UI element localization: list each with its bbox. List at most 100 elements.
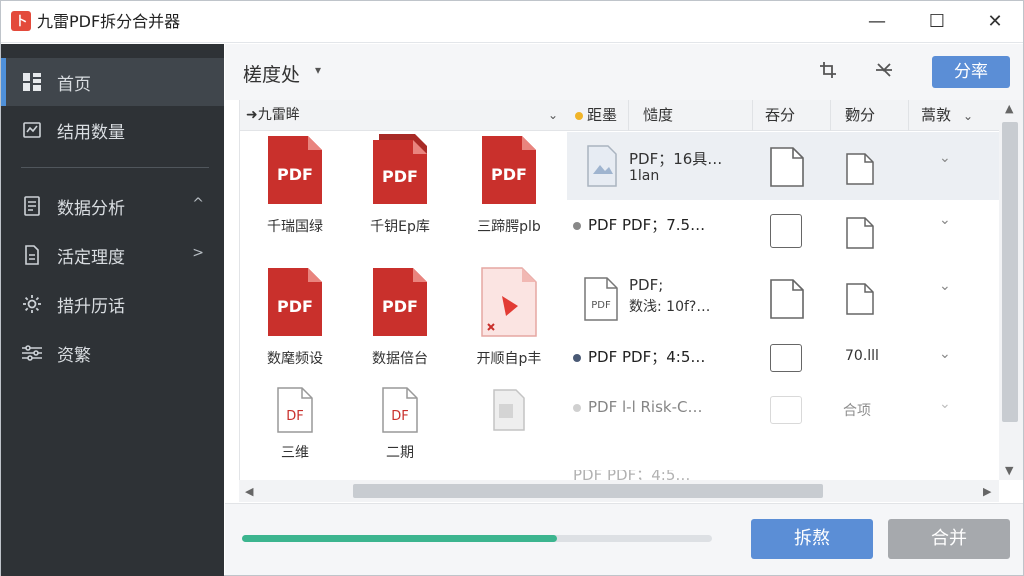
svg-text:DF: DF — [391, 409, 409, 424]
folder-header[interactable]: ➜九雷眸 ⌄ — [240, 100, 568, 131]
chevron-down-icon[interactable]: ▾ — [315, 63, 321, 77]
svg-text:PDF: PDF — [382, 297, 418, 316]
gear-icon — [21, 293, 43, 315]
svg-text:PDF: PDF — [491, 165, 527, 184]
file-type: PDF PDF；7.5… — [573, 214, 705, 235]
file-name: 开顺自p丰 — [476, 351, 542, 367]
share-button[interactable]: 分率 — [932, 56, 1010, 88]
pdf-file-outline-icon: DF — [382, 387, 418, 433]
chevron-down-icon[interactable]: ⌄ — [939, 150, 951, 166]
sidebar-item-home[interactable]: 首页 — [1, 58, 224, 106]
image-file-icon — [587, 145, 617, 187]
titlebar: 卜 九雷PDF拆分合并器 — ☐ ✕ — [1, 1, 1023, 43]
document-icon — [770, 147, 804, 187]
horizontal-scrollbar[interactable]: ◀ ▶ — [239, 480, 999, 502]
file-name: 千钥Ep库 — [370, 219, 430, 235]
file-grid-pane: ➜九雷眸 ⌄ PDF 千瑞国绿 PDF 千钥Ep库 PDF 三蹄腭plb PDF… — [239, 100, 568, 480]
status-dot-icon — [575, 112, 583, 120]
chevron-down-icon[interactable]: ⌄ — [939, 212, 951, 228]
file-tile[interactable]: PDF 数据倍台 — [345, 266, 455, 391]
chevron-down-icon[interactable]: ⌄ — [939, 346, 951, 362]
file-type: PDF PDF；4:5… — [573, 346, 705, 367]
vertical-scrollbar[interactable]: ▲ ▼ — [999, 100, 1023, 480]
svg-text:PDF: PDF — [591, 300, 611, 311]
file-tile[interactable]: PDF 数麾频设 — [240, 266, 350, 391]
document-icon — [846, 153, 874, 185]
pdf-file-icon: PDF — [268, 268, 322, 336]
chevron-down-icon[interactable]: ⌄ — [548, 100, 558, 131]
file-tile[interactable]: PDF 千钥Ep库 — [345, 134, 455, 259]
svg-text:PDF: PDF — [382, 167, 418, 186]
table-row[interactable]: PDF PDF；4:5… 70.lll ⌄ — [567, 340, 999, 392]
sidebar-item-usage[interactable]: 结用数量 — [1, 106, 224, 154]
scroll-up-icon[interactable]: ▲ — [1005, 102, 1013, 115]
split-checkbox[interactable] — [770, 396, 802, 424]
column-header[interactable]: 蒿敦 ⌄ — [909, 100, 999, 131]
split-checkbox[interactable] — [770, 214, 802, 248]
table-row[interactable]: PDF l-l Risk-C… 合项 ⌄ — [567, 392, 999, 444]
status-dot-icon — [573, 221, 581, 230]
table-row[interactable]: PDF PDF；4:5… — [567, 470, 999, 480]
scroll-right-icon[interactable]: ▶ — [983, 485, 991, 498]
file-name: 千瑞国绿 — [267, 219, 323, 235]
app-title: 九雷PDF拆分合并器 — [37, 12, 181, 31]
file-type: PDF；16具… — [629, 150, 723, 168]
pdf-file-faded-icon — [493, 389, 525, 431]
file-icon — [21, 244, 43, 266]
sidebar-item-label: 首页 — [57, 74, 91, 95]
folder-path: ➜九雷眸 — [246, 107, 300, 123]
table-row[interactable]: PDF PDF; 数浅: 10f?… ⌄ — [567, 268, 999, 340]
scissors-icon[interactable] — [873, 60, 895, 84]
column-header[interactable]: 距墨 — [567, 100, 629, 131]
pdf-file-icon: PDF — [373, 134, 427, 204]
file-tile[interactable]: 开顺自p丰 — [454, 266, 564, 391]
app-window: 卜 九雷PDF拆分合并器 — ☐ ✕ 首页 结用数量 数据分析 ^ 活定理度 >… — [0, 0, 1024, 576]
bottom-bar: 拆熬 合并 — [225, 503, 1023, 575]
document-icon — [770, 279, 804, 319]
column-header[interactable]: 慥度 — [629, 100, 753, 131]
table-row[interactable]: PDF；16具… 1lan ⌄ — [567, 132, 999, 200]
pdf-file-outline-icon: PDF — [584, 277, 618, 321]
document-icon — [21, 195, 43, 217]
sidebar-item-resources[interactable]: 资繁 — [1, 329, 224, 377]
list-header: 距墨 慥度 吞分 覅分 蒿敦 ⌄ — [567, 100, 999, 131]
merge-button[interactable]: 合并 — [888, 519, 1010, 559]
scroll-thumb[interactable] — [353, 484, 823, 498]
status-dot-icon — [573, 353, 581, 362]
chevron-down-icon[interactable]: ⌄ — [939, 278, 951, 294]
scroll-left-icon[interactable]: ◀ — [245, 485, 253, 498]
chevron-down-icon[interactable]: ⌄ — [939, 396, 951, 412]
grid-icon — [21, 71, 43, 93]
maximize-button[interactable]: ☐ — [923, 9, 951, 35]
file-tile[interactable]: PDF 千瑞国绿 — [240, 134, 350, 259]
table-row[interactable]: PDF PDF；7.5… ⌄ — [567, 200, 999, 268]
column-header[interactable]: 吞分 — [753, 100, 831, 131]
sidebar-divider — [21, 167, 209, 168]
svg-text:PDF: PDF — [277, 297, 313, 316]
sidebar-item-analysis[interactable]: 数据分析 ^ — [1, 182, 224, 230]
minimize-button[interactable]: — — [863, 9, 891, 35]
sidebar: 首页 结用数量 数据分析 ^ 活定理度 > 措升历话 资繁 — [1, 44, 224, 576]
file-tile[interactable]: PDF 三蹄腭plb — [454, 134, 564, 259]
file-name: 三蹄腭plb — [477, 219, 541, 235]
sort-label[interactable]: 槎度处 — [243, 60, 300, 87]
file-name: 二期 — [386, 445, 414, 461]
close-button[interactable]: ✕ — [981, 9, 1009, 35]
sidebar-item-settings[interactable]: 活定理度 > — [1, 231, 224, 279]
column-header[interactable]: 覅分 — [831, 100, 909, 131]
split-button[interactable]: 拆熬 — [751, 519, 873, 559]
page-range: 合项 — [843, 403, 871, 419]
split-checkbox[interactable] — [770, 344, 802, 372]
document-icon — [846, 217, 874, 249]
file-name: 数麾频设 — [267, 351, 323, 367]
pdf-file-icon: PDF — [482, 136, 536, 204]
file-type: PDF l-l Risk-C… — [573, 398, 703, 416]
sidebar-item-history[interactable]: 措升历话 — [1, 280, 224, 328]
crop-icon[interactable] — [817, 60, 839, 84]
scroll-thumb[interactable] — [1002, 122, 1018, 422]
chart-icon — [21, 119, 43, 141]
svg-text:PDF: PDF — [277, 165, 313, 184]
scroll-down-icon[interactable]: ▼ — [1005, 464, 1013, 477]
app-logo-icon: 卜 — [11, 11, 31, 31]
sidebar-item-label: 结用数量 — [57, 122, 125, 143]
